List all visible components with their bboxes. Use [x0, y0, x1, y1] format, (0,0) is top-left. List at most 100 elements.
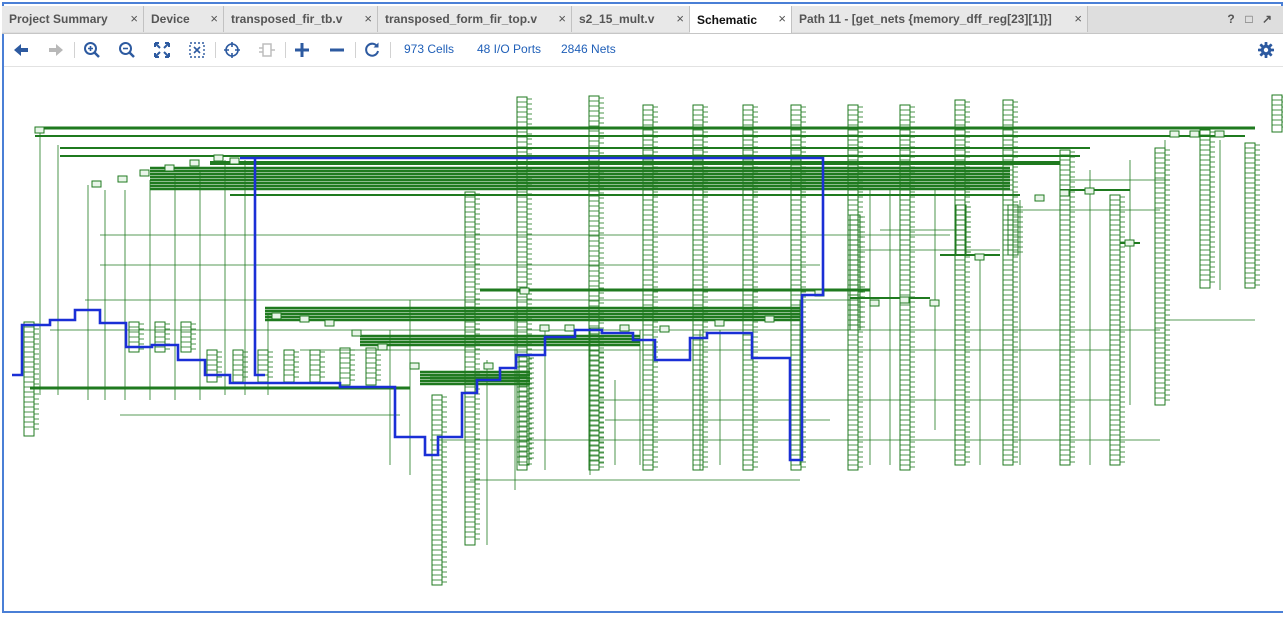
logic-cell[interactable]: [564, 324, 575, 332]
logic-cell[interactable]: [619, 324, 630, 332]
zoom-out-button[interactable]: [116, 39, 138, 61]
zoom-area-button[interactable]: [186, 39, 208, 61]
tab-device[interactable]: Device ×: [144, 6, 224, 32]
cell-icon: [259, 43, 275, 57]
logic-cell[interactable]: [1214, 130, 1225, 138]
restore-icon[interactable]: □: [1242, 12, 1256, 26]
float-icon[interactable]: ↗: [1260, 12, 1274, 26]
settings-button[interactable]: [1255, 39, 1277, 61]
tab-transposed-fir-tb[interactable]: transposed_fir_tb.v ×: [224, 6, 378, 32]
toolbar-separator: [285, 42, 286, 58]
zoom-fit-button[interactable]: [151, 39, 173, 61]
logic-cell[interactable]: [659, 325, 670, 333]
logic-cell[interactable]: [164, 164, 175, 172]
toolbar-separator: [390, 42, 391, 58]
close-icon[interactable]: ×: [676, 12, 684, 26]
tab-label: transposed_fir_tb.v: [231, 12, 343, 26]
io-ports-count-link[interactable]: 48 I/O Ports: [477, 42, 541, 56]
cell-column[interactable]: [1271, 94, 1283, 133]
logic-cell[interactable]: [539, 324, 550, 332]
logic-cell[interactable]: [1124, 239, 1135, 247]
help-icon[interactable]: ?: [1224, 12, 1238, 26]
minus-icon: [330, 48, 344, 52]
logic-cell[interactable]: [139, 169, 150, 177]
plus-icon: [295, 43, 309, 57]
cell-column[interactable]: [588, 95, 600, 471]
logic-cell[interactable]: [229, 157, 240, 165]
logic-cell[interactable]: [929, 299, 940, 307]
regenerate-button[interactable]: [256, 39, 278, 61]
back-button[interactable]: [10, 39, 32, 61]
arrow-left-icon: [14, 44, 28, 56]
tab-label: Device: [151, 12, 190, 26]
logic-cell[interactable]: [483, 362, 494, 370]
cells-count-link[interactable]: 973 Cells: [404, 42, 454, 56]
logic-cell[interactable]: [1034, 194, 1045, 202]
logic-cell[interactable]: [271, 312, 282, 320]
refresh-icon: [365, 42, 379, 57]
logic-cell[interactable]: [117, 175, 128, 183]
close-icon[interactable]: ×: [1074, 12, 1082, 26]
tab-project-summary[interactable]: Project Summary ×: [2, 6, 144, 32]
cell-column[interactable]: [23, 321, 35, 437]
schematic-toolbar: 973 Cells 48 I/O Ports 2846 Nets: [4, 34, 1283, 67]
logic-cell[interactable]: [377, 343, 388, 351]
close-icon[interactable]: ×: [210, 12, 218, 26]
find-button[interactable]: [221, 39, 243, 61]
cell-column[interactable]: [365, 347, 377, 386]
logic-cell[interactable]: [764, 315, 775, 323]
tab-label: Schematic: [697, 12, 758, 27]
logic-cell[interactable]: [34, 126, 45, 134]
logic-cell[interactable]: [189, 159, 200, 167]
close-icon[interactable]: ×: [364, 12, 372, 26]
logic-cell[interactable]: [974, 253, 985, 261]
tab-transposed-form-fir-top[interactable]: transposed_form_fir_top.v ×: [378, 6, 572, 32]
tab-label: s2_15_mult.v: [579, 12, 655, 26]
cell-column[interactable]: [1199, 129, 1211, 289]
cell-column[interactable]: [1059, 149, 1071, 466]
logic-cell[interactable]: [1059, 189, 1070, 197]
logic-cell[interactable]: [869, 299, 880, 307]
zoom-out-icon: [119, 42, 135, 58]
refresh-button[interactable]: [361, 39, 383, 61]
cell-column[interactable]: [1244, 142, 1256, 289]
crosshair-icon: [224, 42, 240, 58]
forward-button[interactable]: [45, 39, 67, 61]
logic-cell[interactable]: [299, 315, 310, 323]
logic-cell[interactable]: [91, 180, 102, 188]
logic-cell[interactable]: [213, 154, 224, 162]
fit-selection-icon: [189, 42, 205, 58]
gear-icon: [1258, 42, 1274, 58]
expand-button[interactable]: [291, 39, 313, 61]
arrow-right-icon: [49, 44, 63, 56]
zoom-in-icon: [84, 42, 100, 58]
schematic-diagram[interactable]: [4, 67, 1283, 611]
nets-count-link[interactable]: 2846 Nets: [561, 42, 616, 56]
tab-label: Project Summary: [9, 12, 108, 26]
zoom-in-button[interactable]: [81, 39, 103, 61]
close-icon[interactable]: ×: [778, 12, 786, 26]
cell-column[interactable]: [1154, 147, 1166, 406]
logic-cell[interactable]: [519, 287, 530, 295]
collapse-button[interactable]: [326, 39, 348, 61]
logic-cell[interactable]: [714, 319, 725, 327]
logic-cell[interactable]: [899, 296, 910, 304]
tab-path-11[interactable]: Path 11 - [get_nets {memory_dff_reg[23][…: [792, 6, 1088, 32]
tab-label: transposed_form_fir_top.v: [385, 12, 538, 26]
logic-cell[interactable]: [1169, 130, 1180, 138]
fit-all-icon: [154, 42, 170, 58]
tab-bar: Project Summary × Device × transposed_fi…: [2, 6, 1283, 34]
close-icon[interactable]: ×: [130, 12, 138, 26]
logic-cell[interactable]: [351, 329, 362, 337]
schematic-canvas[interactable]: [4, 67, 1283, 611]
toolbar-separator: [355, 42, 356, 58]
logic-cell[interactable]: [409, 362, 420, 370]
cell-column[interactable]: [339, 347, 351, 386]
logic-cell[interactable]: [1189, 130, 1200, 138]
logic-cell[interactable]: [324, 319, 335, 327]
tab-s2-15-mult[interactable]: s2_15_mult.v ×: [572, 6, 690, 32]
toolbar-separator: [215, 42, 216, 58]
logic-cell[interactable]: [1084, 187, 1095, 195]
tab-schematic[interactable]: Schematic ×: [690, 6, 792, 33]
close-icon[interactable]: ×: [558, 12, 566, 26]
